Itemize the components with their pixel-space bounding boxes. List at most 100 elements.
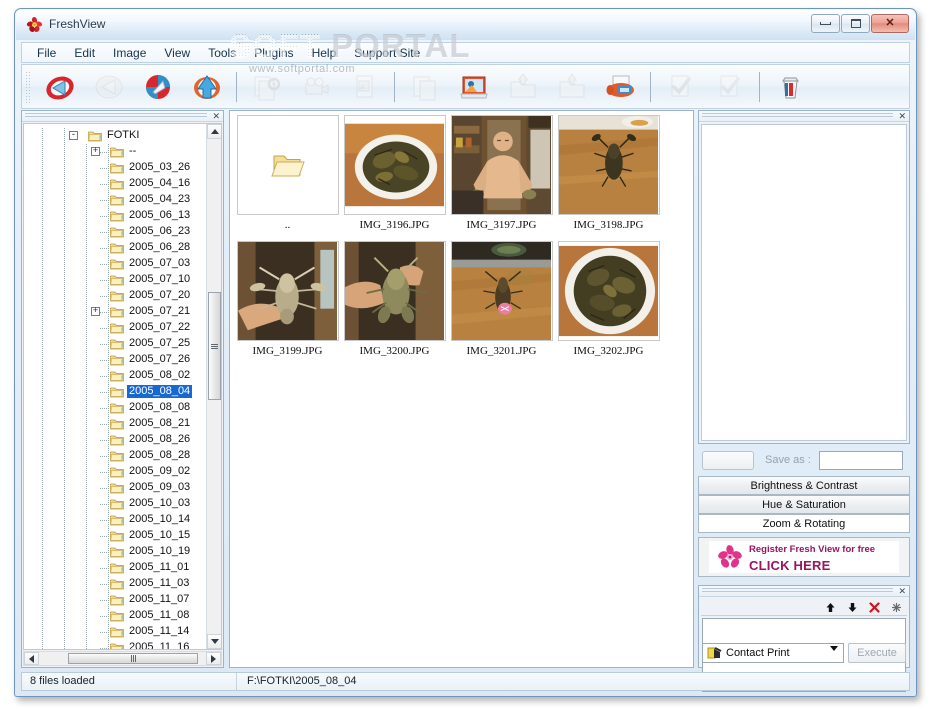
toolbar-grip[interactable] <box>25 70 31 103</box>
tree-item[interactable]: 2005_11_03 <box>24 576 206 592</box>
thumbnail-image[interactable] <box>343 241 446 341</box>
select-none-button[interactable] <box>705 68 754 106</box>
tree-item[interactable]: 2005_11_08 <box>24 608 206 624</box>
tree-panel-close-icon[interactable]: ✕ <box>212 111 220 122</box>
tree-item[interactable]: 2005_07_26 <box>24 352 206 368</box>
tree-item[interactable]: 2005_07_20 <box>24 288 206 304</box>
menu-item-support-site[interactable]: Support Site <box>345 44 429 62</box>
tree-item[interactable]: 2005_11_01 <box>24 560 206 576</box>
tree-item[interactable]: 2005_11_07 <box>24 592 206 608</box>
menu-item-help[interactable]: Help <box>303 44 346 62</box>
thumbnail-item[interactable]: IMG_3196.JPG <box>342 115 447 239</box>
tree-item[interactable]: 2005_08_26 <box>24 432 206 448</box>
tree-item[interactable]: 2005_08_21 <box>24 416 206 432</box>
preview-panel-caption[interactable]: ✕ <box>699 111 909 122</box>
thumbnail-item[interactable]: IMG_3199.JPG <box>235 241 340 365</box>
tree-item[interactable]: 2005_10_15 <box>24 528 206 544</box>
tree-item[interactable]: +2005_07_21 <box>24 304 206 320</box>
scroll-left-button[interactable] <box>24 652 39 665</box>
preview-panel-grip[interactable] <box>702 113 893 119</box>
clear-button[interactable] <box>885 600 907 615</box>
thumbnail-image[interactable] <box>557 115 660 215</box>
tree-expand-toggle[interactable]: + <box>91 307 100 316</box>
image-properties-button[interactable] <box>449 68 498 106</box>
thumbnail-image[interactable] <box>450 241 553 341</box>
thumbnail-item[interactable]: IMG_3197.JPG <box>449 115 554 239</box>
up-folder-button[interactable] <box>182 68 231 106</box>
tree-item[interactable]: 2005_03_26 <box>24 160 206 176</box>
remove-button[interactable] <box>863 600 885 615</box>
save-as-input[interactable] <box>818 450 903 470</box>
tree-item[interactable]: 2005_10_14 <box>24 512 206 528</box>
folder-tree[interactable]: - FOTKI + -- 2005_03_26 2005_04_16 2005_04_23 2… <box>23 123 222 650</box>
tree-item[interactable]: 2005_08_02 <box>24 368 206 384</box>
tree-item[interactable]: 2005_07_25 <box>24 336 206 352</box>
move-up-button[interactable] <box>819 600 841 615</box>
thumbnail-item[interactable]: IMG_3201.JPG <box>449 241 554 365</box>
action-combobox[interactable]: Contact Print <box>702 643 844 668</box>
thumbnail-browser-panel[interactable]: .. IMG_3196.JPG IMG_3197.JPG IMG_3198.JPG IM… <box>229 110 694 668</box>
register-banner[interactable]: Register Fresh View for free CLICK HERE <box>698 537 910 577</box>
tree-item[interactable]: 2005_09_03 <box>24 480 206 496</box>
thumbnail-item[interactable]: IMG_3200.JPG <box>342 241 447 365</box>
tree-item[interactable]: 2005_11_16 <box>24 640 206 649</box>
tree-item[interactable]: 2005_06_13 <box>24 208 206 224</box>
menu-item-view[interactable]: View <box>155 44 199 62</box>
chevron-down-icon[interactable] <box>830 646 838 669</box>
previous-image-button[interactable] <box>84 68 133 106</box>
queue-panel-close-icon[interactable]: ✕ <box>898 586 906 597</box>
delete-button[interactable] <box>765 68 814 106</box>
scroll-down-button[interactable] <box>207 634 221 649</box>
tree-item[interactable]: 2005_08_08 <box>24 400 206 416</box>
queue-panel-caption[interactable]: ✕ <box>699 586 909 597</box>
slideshow-button[interactable] <box>291 68 340 106</box>
scroll-right-button[interactable] <box>206 652 221 665</box>
tree-item[interactable]: 2005_04_16 <box>24 176 206 192</box>
brightness-contrast-button[interactable]: Brightness & Contrast <box>698 476 910 495</box>
menu-item-image[interactable]: Image <box>104 44 155 62</box>
tree-panel-caption[interactable]: ✕ <box>22 111 223 122</box>
hue-saturation-button[interactable]: Hue & Saturation <box>698 495 910 514</box>
open-image-button[interactable] <box>35 68 84 106</box>
batch-convert-button[interactable] <box>242 68 291 106</box>
move-to-folder-button[interactable] <box>498 68 547 106</box>
tree-panel-grip[interactable] <box>25 113 207 119</box>
move-down-button[interactable] <box>841 600 863 615</box>
tree-item[interactable]: 2005_06_28 <box>24 240 206 256</box>
tree-item[interactable]: 2005_09_02 <box>24 464 206 480</box>
save-as-button[interactable] <box>702 450 754 470</box>
thumbnail-page-button[interactable] <box>340 68 389 106</box>
tree-item[interactable]: 2005_04_23 <box>24 192 206 208</box>
tree-item[interactable]: 2005_08_04 <box>24 384 206 400</box>
image-preview-area[interactable] <box>701 124 907 441</box>
thumbnail-image[interactable] <box>236 115 339 215</box>
hscroll-thumb[interactable] <box>68 653 198 664</box>
copy-to-folder-button[interactable] <box>547 68 596 106</box>
tree-item[interactable]: 2005_07_03 <box>24 256 206 272</box>
tree-vertical-scrollbar[interactable] <box>206 124 221 649</box>
scroll-up-button[interactable] <box>207 124 221 139</box>
thumbnail-image[interactable] <box>343 115 446 215</box>
tree-item[interactable]: 2005_11_14 <box>24 624 206 640</box>
tree-item[interactable]: 2005_10_03 <box>24 496 206 512</box>
thumbnail-parent-folder[interactable]: .. <box>235 115 340 239</box>
minimize-button[interactable] <box>811 14 840 33</box>
thumbnail-image[interactable] <box>557 241 660 341</box>
tree-item[interactable]: 2005_08_28 <box>24 448 206 464</box>
tree-expand-toggle[interactable]: + <box>91 147 100 156</box>
tree-root-item[interactable]: - FOTKI <box>24 128 206 144</box>
scroll-thumb[interactable] <box>208 292 221 400</box>
tree-collapse-toggle[interactable]: - <box>69 131 78 140</box>
thumbnail-image[interactable] <box>450 115 553 215</box>
refresh-view-button[interactable] <box>133 68 182 106</box>
tree-item[interactable]: 2005_10_19 <box>24 544 206 560</box>
thumbnail-item[interactable]: IMG_3198.JPG <box>556 115 661 239</box>
print-button[interactable] <box>596 68 645 106</box>
preview-panel-close-icon[interactable]: ✕ <box>898 111 906 122</box>
tree-horizontal-scrollbar[interactable] <box>23 651 222 666</box>
thumbnail-item[interactable]: IMG_3202.JPG <box>556 241 661 365</box>
select-all-button[interactable] <box>656 68 705 106</box>
menu-item-file[interactable]: File <box>28 44 65 62</box>
tree-item[interactable]: + -- <box>24 144 206 160</box>
thumbnail-image[interactable] <box>236 241 339 341</box>
